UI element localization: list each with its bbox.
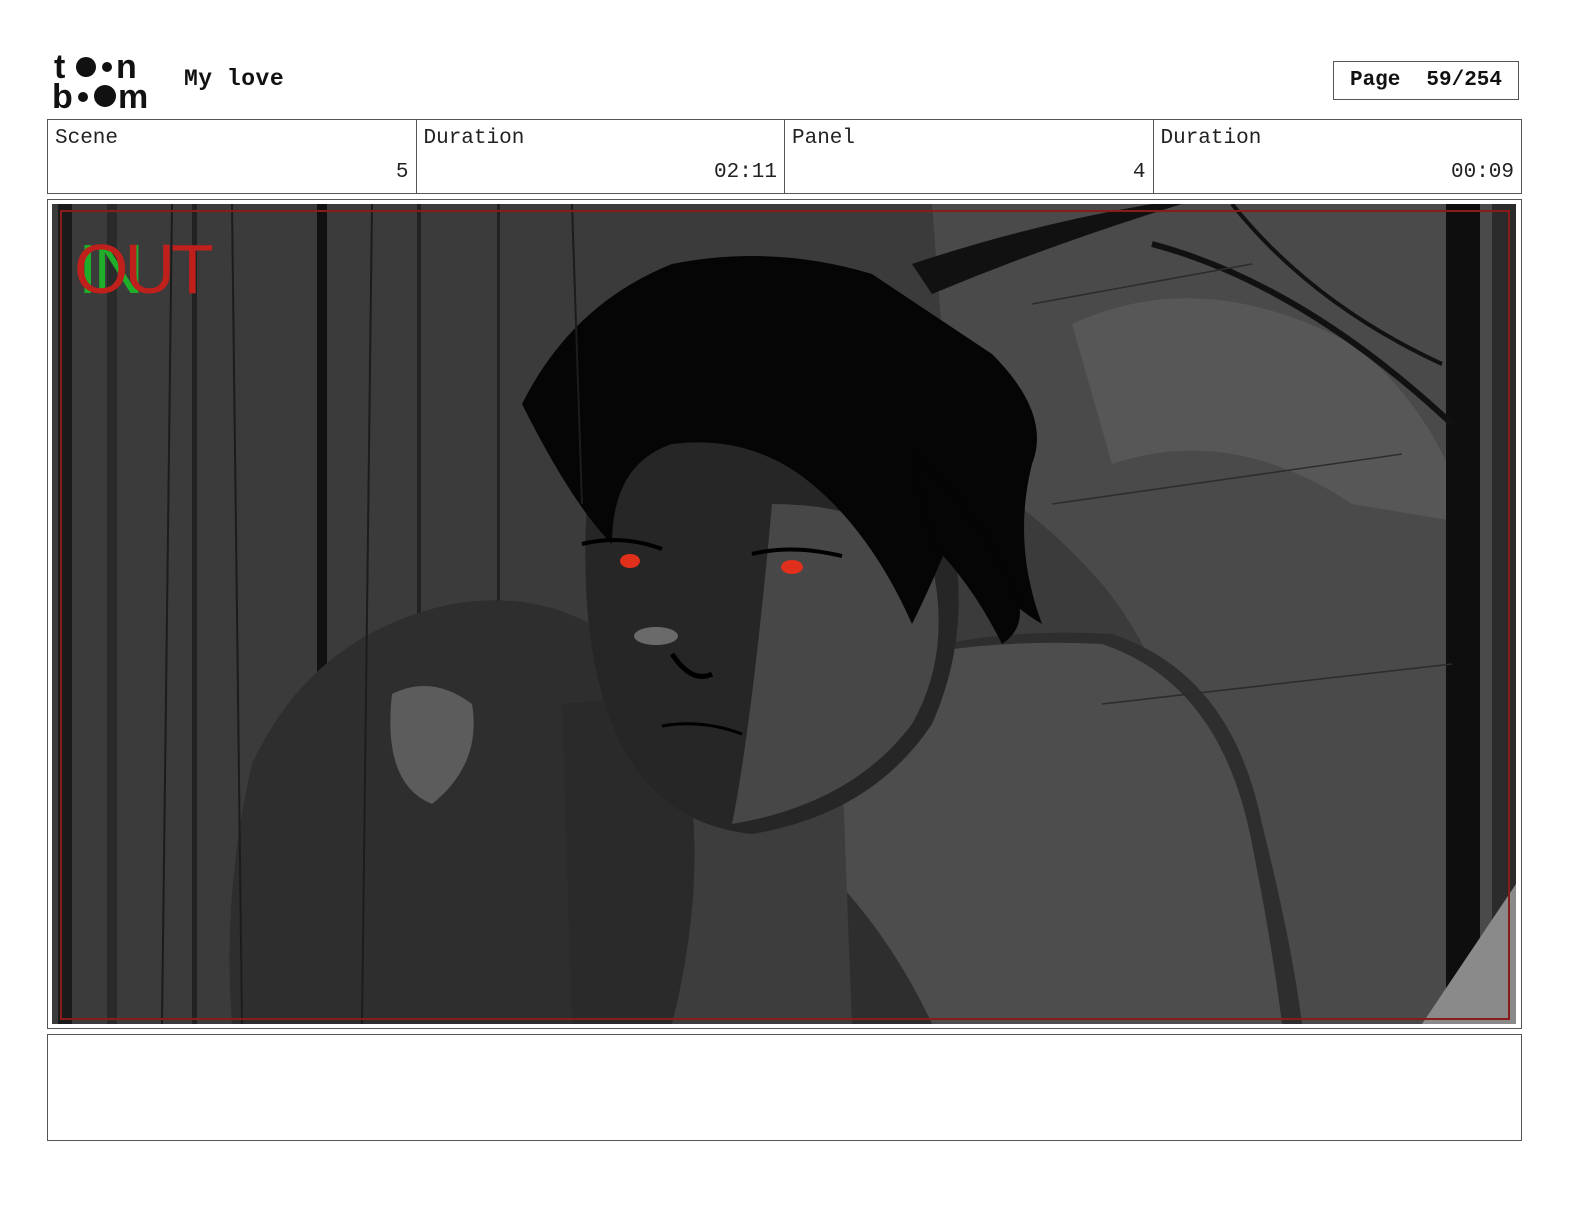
svg-text:m: m: [118, 78, 148, 112]
eye-left-icon: [620, 554, 640, 568]
panel-frame: INOUT: [47, 199, 1522, 1029]
panel-info-row: Scene 5 Duration 02:11 Panel 4 Duration …: [47, 119, 1522, 194]
page-label: Page: [1349, 69, 1401, 92]
panel-cell: Panel 4: [785, 120, 1154, 193]
project-title: My love: [184, 66, 285, 92]
scene-value: 5: [395, 161, 409, 184]
scene-duration-cell: Duration 02:11: [417, 120, 785, 193]
panel-value: 4: [1132, 161, 1146, 184]
panel-duration-cell: Duration 00:09: [1154, 120, 1522, 193]
scene-cell: Scene 5: [48, 120, 417, 193]
scene-label: Scene: [55, 127, 119, 150]
eye-right-icon: [781, 560, 803, 574]
sketch-illustration: [52, 204, 1516, 1024]
scene-duration-value: 02:11: [713, 161, 777, 184]
panel-label: Panel: [792, 127, 856, 150]
toon-boom-logo: t n b m: [52, 48, 164, 116]
page-number: 59/254: [1426, 69, 1503, 92]
svg-text:b: b: [52, 78, 73, 112]
out-marker-label: OUT: [74, 230, 214, 308]
in-out-overlay: INOUT: [74, 234, 214, 304]
panel-notes-box[interactable]: [47, 1034, 1522, 1141]
storyboard-sketch-image: INOUT: [52, 204, 1516, 1024]
panel-duration-label: Duration: [1160, 127, 1262, 150]
scene-duration-label: Duration: [423, 127, 525, 150]
page-indicator: Page 59/254: [1333, 61, 1519, 100]
toon-boom-logo-icon: t n b m: [52, 48, 148, 116]
panel-duration-value: 00:09: [1450, 161, 1514, 184]
